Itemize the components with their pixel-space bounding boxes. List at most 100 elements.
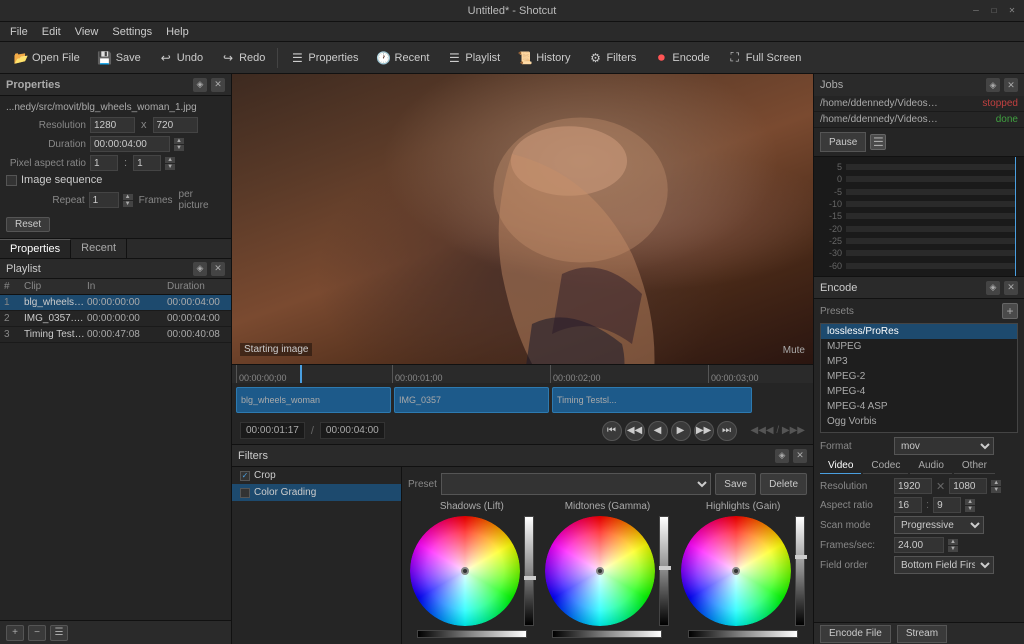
- step-back-btn[interactable]: ◀◀: [625, 421, 645, 441]
- timeline-clip-1[interactable]: blg_wheels_woman: [236, 387, 391, 413]
- field-order-select[interactable]: Bottom Field First: [894, 556, 994, 574]
- midtones-slider[interactable]: [659, 516, 669, 626]
- fps-down[interactable]: ▼: [948, 546, 958, 552]
- timeline-clip-2[interactable]: IMG_0357: [394, 387, 549, 413]
- properties-button[interactable]: ☰ Properties: [282, 46, 366, 70]
- encode-button[interactable]: ⏺ Encode: [646, 46, 717, 70]
- format-select[interactable]: mov: [894, 437, 994, 455]
- play-fwd-btn[interactable]: ▶: [671, 421, 691, 441]
- encode-tab-audio[interactable]: Audio: [910, 458, 952, 474]
- shadows-slider-handle[interactable]: [524, 576, 536, 580]
- encode-tab-video[interactable]: Video: [820, 458, 861, 474]
- playlist-add-btn[interactable]: +: [6, 625, 24, 641]
- redo-button[interactable]: ↪ Redo: [213, 46, 273, 70]
- fullscreen-button[interactable]: ⛶ Full Screen: [720, 46, 810, 70]
- stream-button[interactable]: Stream: [897, 625, 947, 643]
- minimize-btn[interactable]: ─: [970, 5, 982, 17]
- midtones-dot[interactable]: [596, 567, 604, 575]
- maximize-btn[interactable]: □: [988, 5, 1000, 17]
- reset-button[interactable]: Reset: [6, 217, 50, 232]
- duration-down[interactable]: ▼: [174, 145, 184, 151]
- jobs-float-btn[interactable]: ◈: [986, 78, 1000, 92]
- ar-down[interactable]: ▼: [965, 506, 975, 512]
- playlist-remove-btn[interactable]: −: [28, 625, 46, 641]
- encode-tab-other[interactable]: Other: [954, 458, 995, 474]
- shadows-slider[interactable]: [524, 516, 534, 626]
- menu-file[interactable]: File: [4, 23, 34, 41]
- fps-up[interactable]: ▲: [948, 539, 958, 545]
- encode-height-input[interactable]: [949, 478, 987, 494]
- menu-help[interactable]: Help: [160, 23, 195, 41]
- save-button[interactable]: 💾 Save: [90, 46, 149, 70]
- shadows-dot[interactable]: [461, 567, 469, 575]
- preset-mpeg4[interactable]: MPEG-4: [821, 384, 1017, 399]
- repeat-value-input[interactable]: [89, 192, 119, 208]
- menu-settings[interactable]: Settings: [106, 23, 158, 41]
- res-down[interactable]: ▼: [991, 487, 1001, 493]
- encode-width-input[interactable]: [894, 478, 932, 494]
- encode-tab-codec[interactable]: Codec: [863, 458, 908, 474]
- preset-mjpeg[interactable]: MJPEG: [821, 339, 1017, 354]
- ar-up[interactable]: ▲: [965, 499, 975, 505]
- playlist-menu-btn[interactable]: ☰: [50, 625, 68, 641]
- jobs-close-btn[interactable]: ✕: [1004, 78, 1018, 92]
- duration-input[interactable]: [90, 136, 170, 152]
- playhead[interactable]: [300, 365, 302, 383]
- resolution-height-input[interactable]: [153, 117, 198, 133]
- par-n-input[interactable]: [90, 155, 118, 171]
- save-preset-btn[interactable]: Save: [715, 473, 756, 495]
- mute-button[interactable]: Mute: [783, 345, 805, 356]
- jobs-menu-btn[interactable]: ☰: [870, 134, 886, 150]
- preset-lossless-prores[interactable]: lossless/ProRes: [821, 324, 1017, 339]
- shadows-wheel[interactable]: [410, 516, 520, 626]
- goto-end-btn[interactable]: ⏭: [717, 421, 737, 441]
- preset-select[interactable]: [441, 473, 711, 495]
- preset-sony-psp[interactable]: Sony-PSP: [821, 429, 1017, 433]
- undo-button[interactable]: ↩ Undo: [151, 46, 211, 70]
- midtones-bottom-slider[interactable]: [552, 630, 662, 638]
- image-sequence-check[interactable]: [6, 175, 17, 186]
- timeline-clip-3[interactable]: Timing Testsl...: [552, 387, 752, 413]
- delete-preset-btn[interactable]: Delete: [760, 473, 807, 495]
- close-btn[interactable]: ✕: [1006, 5, 1018, 17]
- ar-w-input[interactable]: [894, 497, 922, 513]
- highlights-dot[interactable]: [732, 567, 740, 575]
- highlights-bottom-slider[interactable]: [688, 630, 798, 638]
- pause-button[interactable]: Pause: [820, 132, 866, 152]
- par-down[interactable]: ▼: [165, 164, 175, 170]
- panel-float-btn[interactable]: ◈: [193, 78, 207, 92]
- highlights-slider[interactable]: [795, 516, 805, 626]
- res-up[interactable]: ▲: [991, 480, 1001, 486]
- par-up[interactable]: ▲: [165, 157, 175, 163]
- tab-recent[interactable]: Recent: [71, 239, 127, 258]
- encode-panel-close-btn[interactable]: ✕: [1004, 281, 1018, 295]
- playlist-float-btn[interactable]: ◈: [193, 262, 207, 276]
- step-fwd-btn[interactable]: ▶▶: [694, 421, 714, 441]
- add-preset-btn[interactable]: +: [1002, 303, 1018, 319]
- midtones-wheel[interactable]: [545, 516, 655, 626]
- job-item-1[interactable]: /home/ddennedy/Videos/test.mov stopped: [814, 96, 1024, 112]
- preset-mpeg2[interactable]: MPEG-2: [821, 369, 1017, 384]
- filter-color-grading[interactable]: Color Grading: [232, 484, 401, 501]
- encode-file-button[interactable]: Encode File: [820, 625, 891, 643]
- tab-properties[interactable]: Properties: [0, 239, 71, 258]
- playlist-button[interactable]: ☰ Playlist: [439, 46, 508, 70]
- playlist-row[interactable]: 2 IMG_0357.JPG 00:00:00:00 00:00:04:00: [0, 311, 231, 327]
- filter-crop[interactable]: ✓ Crop: [232, 467, 401, 484]
- playlist-close-btn[interactable]: ✕: [211, 262, 225, 276]
- goto-start-btn[interactable]: ⏮: [602, 421, 622, 441]
- repeat-up[interactable]: ▲: [123, 194, 133, 200]
- shadows-bottom-slider[interactable]: [417, 630, 527, 638]
- filters-button[interactable]: ⚙ Filters: [580, 46, 644, 70]
- job-item-2[interactable]: /home/ddennedy/Videos/test.mov done: [814, 112, 1024, 128]
- filters-float-btn[interactable]: ◈: [775, 449, 789, 463]
- timeline-track[interactable]: blg_wheels_woman IMG_0357 Timing Testsl.…: [232, 383, 813, 417]
- midtones-slider-handle[interactable]: [659, 566, 671, 570]
- preset-mp3[interactable]: MP3: [821, 354, 1017, 369]
- play-back-btn[interactable]: ◀: [648, 421, 668, 441]
- timeline-ruler[interactable]: 00:00:00;00 00:00:01;00 00:00:02;00 00:0…: [232, 365, 813, 383]
- duration-up[interactable]: ▲: [174, 138, 184, 144]
- recent-button[interactable]: 🕐 Recent: [369, 46, 438, 70]
- playlist-row[interactable]: 3 Timing Testsl... 00:00:47:08 00:00:40:…: [0, 327, 231, 343]
- open-file-button[interactable]: 📂 Open File: [6, 46, 88, 70]
